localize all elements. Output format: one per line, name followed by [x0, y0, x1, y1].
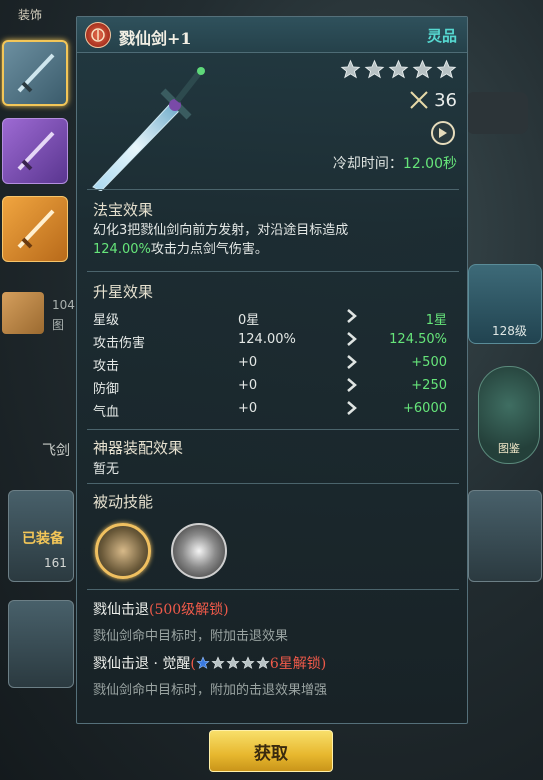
artifact-effect-title: 神器装配效果: [93, 439, 184, 457]
arrow-right-icon: [347, 332, 357, 346]
cooldown-value: 12.00秒: [402, 156, 457, 172]
flying-sword-slot-2[interactable]: [2, 118, 68, 184]
stat-next: +6000: [403, 401, 447, 416]
passive-skill-1-name: 戮仙击退(500级解锁): [93, 599, 229, 619]
stat-label: 攻击伤害: [93, 336, 146, 351]
stat-next: 124.50%: [389, 332, 447, 347]
star-icon: [436, 59, 457, 79]
fabao-effect-desc: 幻化3把戮仙剑向前方发射，对沿途目标造成 124.00%攻击力点剑气伤害。: [93, 221, 453, 259]
stat-label: 攻击: [93, 359, 120, 374]
tujian-label: 图鉴: [498, 442, 520, 455]
passive-skill-1-icon[interactable]: [95, 523, 151, 579]
arrow-right-icon: [347, 309, 357, 323]
star-icon: [226, 656, 240, 669]
skill-2-lock: 6星解锁): [269, 656, 327, 672]
stat-row: 防御 +0 +250: [93, 376, 453, 398]
cooldown-label: 冷却时间：: [332, 156, 403, 172]
equipped-label: 已装备: [22, 531, 64, 547]
passive-skill-2-name: 戮仙击退 · 觉醒( 6星解锁): [93, 653, 326, 673]
flying-sword-slot-3[interactable]: [2, 196, 68, 262]
fabao-desc-highlight: 124.00%: [93, 242, 151, 257]
arrow-right-icon: [347, 378, 357, 392]
power-row: 36: [408, 89, 457, 111]
upgrade-effect-title: 升星效果: [93, 283, 154, 301]
card-number: 161: [44, 556, 67, 570]
stat-row: 星级 0星 1星: [93, 307, 453, 329]
crossed-swords-icon: [410, 91, 428, 109]
power-value: 36: [434, 89, 457, 111]
stat-current: 124.00%: [238, 332, 296, 347]
scroll-label: 图: [52, 318, 65, 332]
stat-current: +0: [238, 378, 258, 393]
sword-icon: [17, 131, 55, 171]
star-icon: [196, 656, 210, 669]
star-icon: [388, 59, 409, 79]
sword-card[interactable]: [8, 600, 74, 688]
star-icon: [256, 656, 270, 669]
stat-row: 气血 +0 +6000: [93, 399, 453, 421]
star-icon: [340, 59, 361, 79]
play-preview-button[interactable]: [431, 121, 455, 145]
artifact-effect-value: 暂无: [93, 462, 120, 477]
scroll-count: 104: [52, 298, 75, 312]
fabao-desc-pre: 幻化3把戮仙剑向前方发射，对沿途目标造成: [93, 223, 349, 238]
decoration-tab-label[interactable]: 装饰: [8, 6, 52, 23]
divider: [87, 429, 459, 430]
passive-skill-title: 被动技能: [93, 493, 154, 511]
item-grade: 灵品: [426, 27, 457, 45]
skill-2-name: 戮仙击退 · 觉醒: [93, 656, 191, 672]
arrow-right-icon: [347, 401, 357, 415]
stat-current: +0: [238, 355, 258, 370]
divider: [87, 189, 459, 190]
skill-1-lock: (500级解锁): [149, 602, 229, 618]
get-button[interactable]: 获取: [209, 730, 333, 772]
scroll-icon[interactable]: [2, 292, 44, 334]
stat-current: +0: [238, 401, 258, 416]
stat-row: 攻击伤害 124.00% 124.50%: [93, 330, 453, 352]
cooldown-text: 冷却时间：12.00秒: [333, 153, 457, 173]
flying-sword-label: 飞剑: [42, 443, 70, 459]
skill-1-name: 戮仙击退: [93, 602, 149, 618]
sword-illustration: [92, 67, 205, 191]
star-icon: [412, 59, 433, 79]
passive-skill-1-desc: 戮仙剑命中目标时，附加击退效果: [93, 629, 289, 644]
sword-icon: [17, 53, 55, 93]
stat-current: 0星: [238, 313, 260, 328]
star-icon: [364, 59, 385, 79]
divider: [87, 589, 459, 590]
divider: [87, 271, 459, 272]
sword-icon: [17, 209, 55, 249]
stat-next: +500: [411, 355, 447, 370]
stat-label: 气血: [93, 405, 120, 420]
item-name: 戮仙剑+1: [119, 29, 192, 48]
stat-row: 攻击 +0 +500: [93, 353, 453, 375]
stat-next: 1星: [425, 313, 447, 328]
item-detail-panel: 戮仙剑+1 灵品 36 冷却时间：12.00秒 法宝效果 幻化3把戮仙剑向前方发…: [76, 16, 468, 724]
star-rating: [340, 59, 457, 80]
awaken-star-rating: [196, 656, 270, 670]
fabao-effect-title: 法宝效果: [93, 201, 154, 219]
stat-next: +250: [411, 378, 447, 393]
star-icon: [241, 656, 255, 669]
fabao-emblem-icon: [85, 22, 111, 48]
panel-header: 戮仙剑+1 灵品: [77, 17, 467, 53]
character-level: 128级: [492, 324, 527, 338]
play-icon: [439, 128, 447, 138]
star-icon: [211, 656, 225, 669]
arrow-right-icon: [347, 355, 357, 369]
stat-label: 防御: [93, 382, 120, 397]
fabao-desc-post: 攻击力点剑气伤害。: [150, 242, 268, 257]
passive-skill-2-desc: 戮仙剑命中目标时，附加的击退效果增强: [93, 683, 328, 698]
passive-skill-2-icon[interactable]: [171, 523, 227, 579]
sword-card[interactable]: [468, 490, 542, 582]
divider: [87, 483, 459, 484]
flying-sword-slot-1[interactable]: [2, 40, 68, 106]
stat-label: 星级: [93, 313, 120, 328]
background-panel: [466, 92, 528, 134]
